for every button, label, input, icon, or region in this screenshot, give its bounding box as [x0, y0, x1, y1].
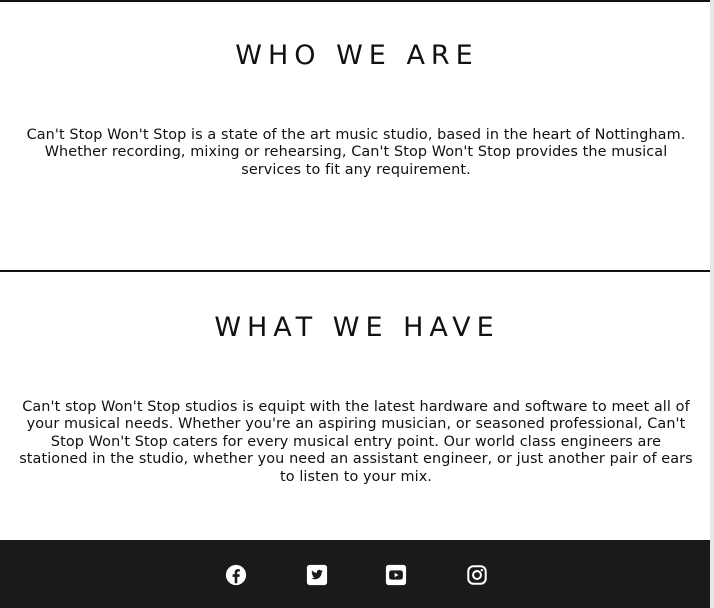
- scrollbar-track[interactable]: [710, 0, 714, 608]
- page: WHO WE ARE Can't Stop Won't Stop is a st…: [0, 0, 714, 608]
- who-we-are-heading: WHO WE ARE: [235, 40, 479, 71]
- twitter-link[interactable]: [306, 564, 328, 586]
- youtube-icon: [385, 564, 407, 586]
- facebook-icon: [225, 564, 247, 586]
- what-we-have-text: Can't stop Won't Stop studios is equipt …: [19, 399, 693, 485]
- youtube-link[interactable]: [385, 564, 407, 586]
- instagram-icon: [467, 565, 487, 585]
- who-we-are-text: Can't Stop Won't Stop is a state of the …: [26, 127, 686, 178]
- instagram-link[interactable]: [466, 564, 488, 586]
- what-we-have-section: WHAT WE HAVE Can't stop Won't Stop studi…: [0, 272, 714, 540]
- who-we-are-section: WHO WE ARE Can't Stop Won't Stop is a st…: [0, 0, 714, 270]
- facebook-link[interactable]: [225, 564, 247, 586]
- twitter-icon: [306, 564, 328, 586]
- what-we-have-heading: WHAT WE HAVE: [214, 312, 500, 343]
- footer: [0, 540, 710, 608]
